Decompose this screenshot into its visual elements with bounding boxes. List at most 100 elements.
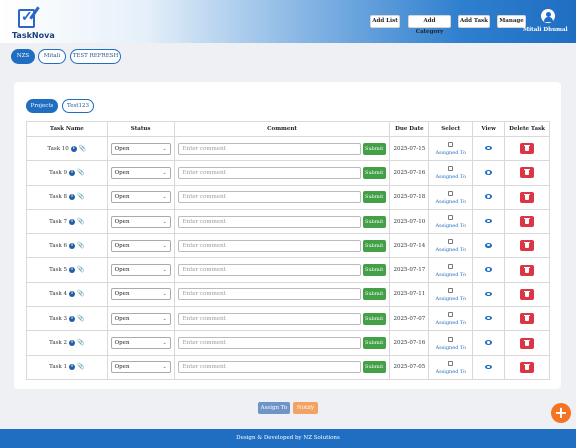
paperclip-icon[interactable]: 📎 <box>77 194 84 200</box>
assign-to-button[interactable]: Assign To <box>258 402 290 414</box>
submit-button[interactable]: Submit <box>362 312 386 325</box>
paperclip-icon[interactable]: 📎 <box>77 242 84 249</box>
paperclip-icon[interactable]: 📎 <box>79 145 86 152</box>
status-select[interactable]: Open ⌄ <box>110 215 171 228</box>
comment-input[interactable]: Enter comment <box>177 215 361 228</box>
info-icon[interactable]: i <box>69 194 76 201</box>
submit-button[interactable]: Submit <box>362 239 386 252</box>
comment-input[interactable]: Enter comment <box>177 312 361 325</box>
comment-input[interactable]: Enter comment <box>177 337 361 350</box>
select-checkbox[interactable] <box>448 190 454 196</box>
trash-icon[interactable] <box>520 143 535 155</box>
select-checkbox[interactable] <box>448 239 454 245</box>
list-chip-mitali[interactable]: Mitali <box>38 49 66 64</box>
category-tab-test123[interactable]: Test123 <box>62 99 94 113</box>
notify-button[interactable]: Notify <box>293 402 318 414</box>
trash-icon[interactable] <box>520 191 535 203</box>
trash-icon[interactable] <box>520 216 535 228</box>
trash-icon[interactable] <box>520 167 535 179</box>
info-icon[interactable]: i <box>70 145 77 152</box>
trash-icon[interactable] <box>520 240 535 252</box>
trash-icon[interactable] <box>520 337 535 349</box>
paperclip-icon[interactable]: 📎 <box>77 169 84 176</box>
assigned-to-link[interactable]: Assigned To <box>429 345 472 351</box>
eye-icon[interactable] <box>485 340 493 345</box>
assigned-to-link[interactable]: Assigned To <box>429 272 472 278</box>
user-avatar-icon[interactable] <box>541 9 555 23</box>
comment-input[interactable]: Enter comment <box>177 166 361 179</box>
status-select[interactable]: Open ⌄ <box>110 264 171 277</box>
assigned-to-link[interactable]: Assigned To <box>429 369 472 375</box>
info-icon[interactable]: i <box>69 218 76 225</box>
category-tab-projects[interactable]: Projects <box>26 99 58 113</box>
comment-input[interactable]: Enter comment <box>177 191 361 204</box>
eye-icon[interactable] <box>485 291 493 297</box>
info-icon[interactable]: i <box>69 364 76 371</box>
eye-icon[interactable] <box>485 364 493 370</box>
comment-input[interactable]: Enter comment <box>177 142 361 155</box>
manage-button[interactable]: Manage <box>497 15 526 28</box>
paperclip-icon[interactable]: 📎 <box>77 315 84 322</box>
eye-icon[interactable] <box>485 218 493 224</box>
assigned-to-link[interactable]: Assigned To <box>429 247 472 253</box>
eye-icon[interactable] <box>485 315 493 321</box>
paperclip-icon[interactable]: 📎 <box>77 340 84 346</box>
paperclip-icon[interactable]: 📎 <box>77 364 84 370</box>
submit-button[interactable]: Submit <box>362 337 386 350</box>
trash-icon[interactable] <box>520 313 535 325</box>
status-select[interactable]: Open ⌄ <box>110 191 171 204</box>
add-category-button[interactable]: Add Category <box>408 15 451 35</box>
eye-icon[interactable] <box>485 145 493 151</box>
status-select[interactable]: Open ⌄ <box>110 337 171 350</box>
select-checkbox[interactable] <box>448 215 454 221</box>
status-select[interactable]: Open ⌄ <box>110 166 171 179</box>
comment-input[interactable]: Enter comment <box>177 239 361 252</box>
assigned-to-link[interactable]: Assigned To <box>429 174 472 180</box>
info-icon[interactable]: i <box>69 242 76 249</box>
submit-button[interactable]: Submit <box>362 215 386 228</box>
select-checkbox[interactable] <box>448 312 454 318</box>
trash-icon[interactable] <box>520 288 535 300</box>
select-checkbox[interactable] <box>448 142 454 148</box>
assigned-to-link[interactable]: Assigned To <box>429 150 472 156</box>
info-icon[interactable]: i <box>69 291 76 298</box>
status-select[interactable]: Open ⌄ <box>110 142 171 155</box>
select-checkbox[interactable] <box>448 263 454 269</box>
eye-icon[interactable] <box>485 267 493 272</box>
trash-icon[interactable] <box>520 361 535 373</box>
paperclip-icon[interactable]: 📎 <box>77 218 84 225</box>
info-icon[interactable]: i <box>69 315 76 322</box>
list-chip-test-refresh[interactable]: TEST REFRESH <box>70 49 121 64</box>
status-select[interactable]: Open ⌄ <box>110 312 171 325</box>
trash-icon[interactable] <box>520 264 535 276</box>
submit-button[interactable]: Submit <box>362 361 386 374</box>
comment-input[interactable]: Enter comment <box>177 361 361 374</box>
info-icon[interactable]: i <box>69 169 76 176</box>
add-task-button[interactable]: Add Task <box>458 15 490 28</box>
paperclip-icon[interactable]: 📎 <box>77 267 84 273</box>
assigned-to-link[interactable]: Assigned To <box>429 199 472 205</box>
status-select[interactable]: Open ⌄ <box>110 361 171 374</box>
submit-button[interactable]: Submit <box>362 288 386 301</box>
submit-button[interactable]: Submit <box>362 264 386 277</box>
select-checkbox[interactable] <box>448 287 454 293</box>
status-select[interactable]: Open ⌄ <box>110 239 171 252</box>
assigned-to-link[interactable]: Assigned To <box>429 296 472 302</box>
submit-button[interactable]: Submit <box>362 166 386 179</box>
paperclip-icon[interactable]: 📎 <box>77 291 84 297</box>
user-name[interactable]: Mitali Dhumal <box>523 27 575 33</box>
select-checkbox[interactable] <box>448 360 454 366</box>
eye-icon[interactable] <box>485 194 493 199</box>
comment-input[interactable]: Enter comment <box>177 288 361 301</box>
info-icon[interactable]: i <box>69 340 76 347</box>
select-checkbox[interactable] <box>448 336 454 342</box>
assigned-to-link[interactable]: Assigned To <box>429 320 472 326</box>
eye-icon[interactable] <box>485 243 493 248</box>
list-chip-nzs[interactable]: NZS <box>11 49 35 64</box>
status-select[interactable]: Open ⌄ <box>110 288 171 301</box>
submit-button[interactable]: Submit <box>362 142 386 155</box>
select-checkbox[interactable] <box>448 166 454 172</box>
info-icon[interactable]: i <box>69 267 76 274</box>
comment-input[interactable]: Enter comment <box>177 264 361 277</box>
add-list-button[interactable]: Add List <box>370 15 400 28</box>
